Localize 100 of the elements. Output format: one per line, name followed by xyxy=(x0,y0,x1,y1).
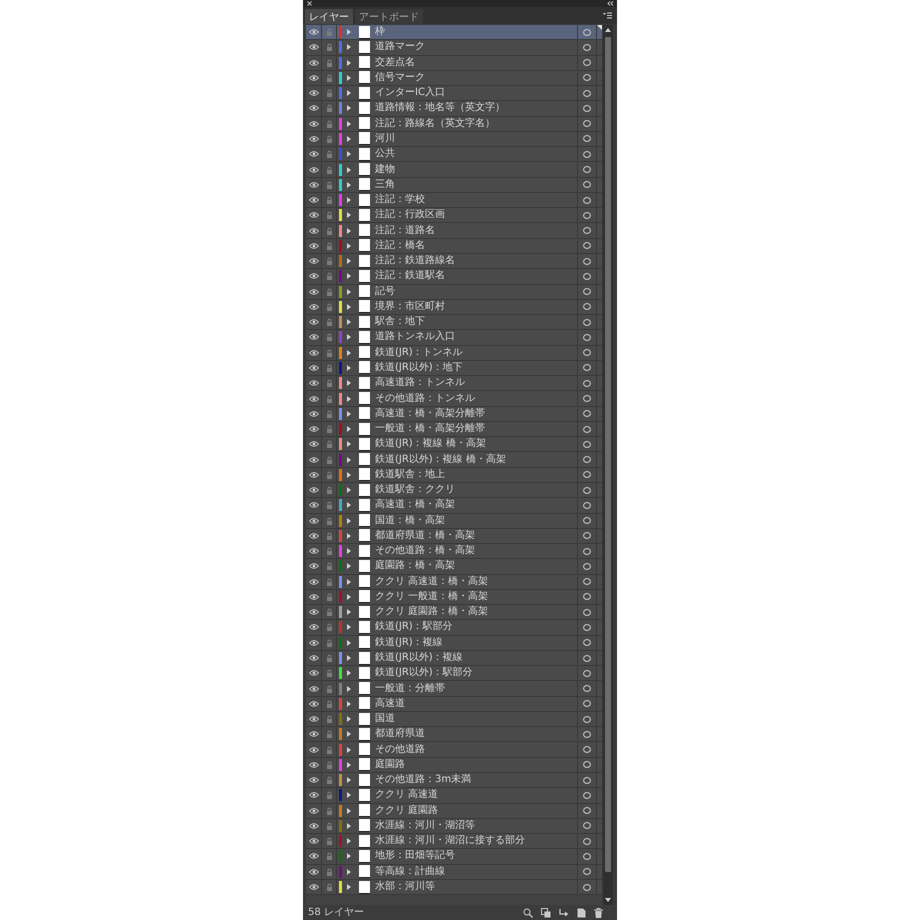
eye-icon[interactable] xyxy=(308,273,318,280)
layer-row[interactable]: 注記：鉄道駅名 xyxy=(306,269,602,285)
disclosure-triangle-icon[interactable] xyxy=(347,594,351,600)
disclosure-triangle-icon[interactable] xyxy=(347,396,351,402)
layer-row[interactable]: ククリ 高速道：橋・高架 xyxy=(306,574,602,590)
layer-row[interactable]: 交差点名 xyxy=(306,56,602,71)
layer-row[interactable]: 国道：橋・高架 xyxy=(306,514,602,529)
layer-row[interactable]: 枠 xyxy=(306,25,602,40)
eye-icon[interactable] xyxy=(308,594,318,600)
eye-icon[interactable] xyxy=(308,777,318,784)
layer-row[interactable]: 鉄道(JR以外)：駅部分 xyxy=(306,666,602,682)
layer-row[interactable]: ククリ 庭園路 xyxy=(306,804,602,819)
layer-row[interactable]: 水涯線：河川・湖沼等 xyxy=(306,818,602,834)
layer-row[interactable]: 等高線：計曲線 xyxy=(306,864,602,880)
eye-icon[interactable] xyxy=(308,44,318,50)
layer-row[interactable]: 鉄道(JR)：駅部分 xyxy=(306,620,602,636)
eye-icon[interactable] xyxy=(308,242,318,249)
eye-icon[interactable] xyxy=(308,120,318,127)
layer-row[interactable]: 高速道：橋・高架 xyxy=(306,498,602,514)
eye-icon[interactable] xyxy=(308,746,318,753)
eye-icon[interactable] xyxy=(308,380,318,386)
eye-icon[interactable] xyxy=(308,808,318,814)
disclosure-triangle-icon[interactable] xyxy=(347,212,351,218)
layer-row[interactable]: 注記：鉄道路線名 xyxy=(306,254,602,270)
disclosure-triangle-icon[interactable] xyxy=(347,548,351,554)
layer-row[interactable]: 注記：橋名 xyxy=(306,238,602,254)
eye-icon[interactable] xyxy=(308,182,318,188)
layer-row[interactable]: 注記：道路名 xyxy=(306,223,602,239)
disclosure-triangle-icon[interactable] xyxy=(347,808,351,814)
layer-row[interactable]: 注記：学校 xyxy=(306,192,602,208)
layer-row[interactable]: 都道府県道 xyxy=(306,727,602,742)
disclosure-triangle-icon[interactable] xyxy=(347,456,351,463)
eye-icon[interactable] xyxy=(308,487,318,494)
disclosure-triangle-icon[interactable] xyxy=(347,609,351,616)
disclosure-triangle-icon[interactable] xyxy=(347,731,351,738)
eye-icon[interactable] xyxy=(308,426,318,432)
disclosure-triangle-icon[interactable] xyxy=(347,563,351,570)
disclosure-triangle-icon[interactable] xyxy=(347,518,351,524)
panel-tab[interactable]: レイヤー xyxy=(305,9,353,24)
eye-icon[interactable] xyxy=(308,350,318,356)
eye-icon[interactable] xyxy=(308,136,318,142)
layer-row[interactable]: 鉄道(JR)：複線 橋・高架 xyxy=(306,437,602,452)
disclosure-triangle-icon[interactable] xyxy=(347,624,351,630)
disclosure-triangle-icon[interactable] xyxy=(347,426,351,432)
disclosure-triangle-icon[interactable] xyxy=(347,853,351,860)
search-icon[interactable] xyxy=(523,908,533,918)
layer-row[interactable]: その他道路 xyxy=(306,742,602,758)
layer-row[interactable]: インターIC入口 xyxy=(306,86,602,102)
eye-icon[interactable] xyxy=(308,853,318,860)
eye-icon[interactable] xyxy=(308,166,318,173)
disclosure-triangle-icon[interactable] xyxy=(347,44,351,50)
disclosure-triangle-icon[interactable] xyxy=(347,410,351,417)
disclosure-triangle-icon[interactable] xyxy=(347,288,351,295)
disclosure-triangle-icon[interactable] xyxy=(347,242,351,249)
layer-row[interactable]: 高速道路：トンネル xyxy=(306,376,602,392)
eye-icon[interactable] xyxy=(308,502,318,508)
layer-row[interactable]: 鉄道駅舎：地上 xyxy=(306,468,602,483)
layer-row[interactable]: 水涯線：河川・湖沼に接する部分 xyxy=(306,834,602,850)
down-arrow-icon[interactable] xyxy=(605,898,611,902)
disclosure-triangle-icon[interactable] xyxy=(347,29,351,36)
eye-icon[interactable] xyxy=(308,410,318,417)
eye-icon[interactable] xyxy=(308,472,318,478)
eye-icon[interactable] xyxy=(308,258,318,264)
layer-row[interactable]: 駅舎：地下 xyxy=(306,315,602,330)
layer-row[interactable]: 注記：路線名（英文字名） xyxy=(306,116,602,132)
disclosure-triangle-icon[interactable] xyxy=(347,74,351,81)
disclosure-triangle-icon[interactable] xyxy=(347,319,351,326)
disclosure-triangle-icon[interactable] xyxy=(347,884,351,890)
disclosure-triangle-icon[interactable] xyxy=(347,364,351,371)
disclosure-triangle-icon[interactable] xyxy=(347,166,351,173)
eye-icon[interactable] xyxy=(308,578,318,585)
eye-icon[interactable] xyxy=(308,105,318,112)
eye-icon[interactable] xyxy=(308,396,318,402)
eye-icon[interactable] xyxy=(308,716,318,722)
eye-icon[interactable] xyxy=(308,655,318,662)
eye-icon[interactable] xyxy=(308,304,318,310)
layer-row[interactable]: 水部：河川等 xyxy=(306,880,602,896)
scrollbar[interactable] xyxy=(603,25,613,905)
layer-row[interactable]: 国道 xyxy=(306,712,602,728)
layer-row[interactable]: 信号マーク xyxy=(306,70,602,86)
disclosure-triangle-icon[interactable] xyxy=(347,532,351,539)
disclosure-triangle-icon[interactable] xyxy=(347,273,351,280)
disclosure-triangle-icon[interactable] xyxy=(347,655,351,662)
bent-arrow-icon[interactable] xyxy=(559,908,569,918)
eye-icon[interactable] xyxy=(308,670,318,676)
panel-tab[interactable]: アートボード xyxy=(355,9,423,24)
disclosure-triangle-icon[interactable] xyxy=(347,182,351,188)
layer-row[interactable]: 庭園路：橋・高架 xyxy=(306,559,602,575)
layer-row[interactable]: 鉄道(JR以外)：地下 xyxy=(306,360,602,376)
disclosure-triangle-icon[interactable] xyxy=(347,578,351,585)
disclosure-triangle-icon[interactable] xyxy=(347,304,351,310)
disclosure-triangle-icon[interactable] xyxy=(347,868,351,875)
layer-row[interactable]: 鉄道(JR)：トンネル xyxy=(306,346,602,361)
layer-row[interactable]: 三角 xyxy=(306,178,602,193)
disclosure-triangle-icon[interactable] xyxy=(347,441,351,448)
eye-icon[interactable] xyxy=(308,74,318,81)
layer-row[interactable]: ククリ 一般道：橋・高架 xyxy=(306,590,602,606)
eye-icon[interactable] xyxy=(308,518,318,524)
layer-row[interactable]: 建物 xyxy=(306,162,602,178)
disclosure-triangle-icon[interactable] xyxy=(347,90,351,96)
